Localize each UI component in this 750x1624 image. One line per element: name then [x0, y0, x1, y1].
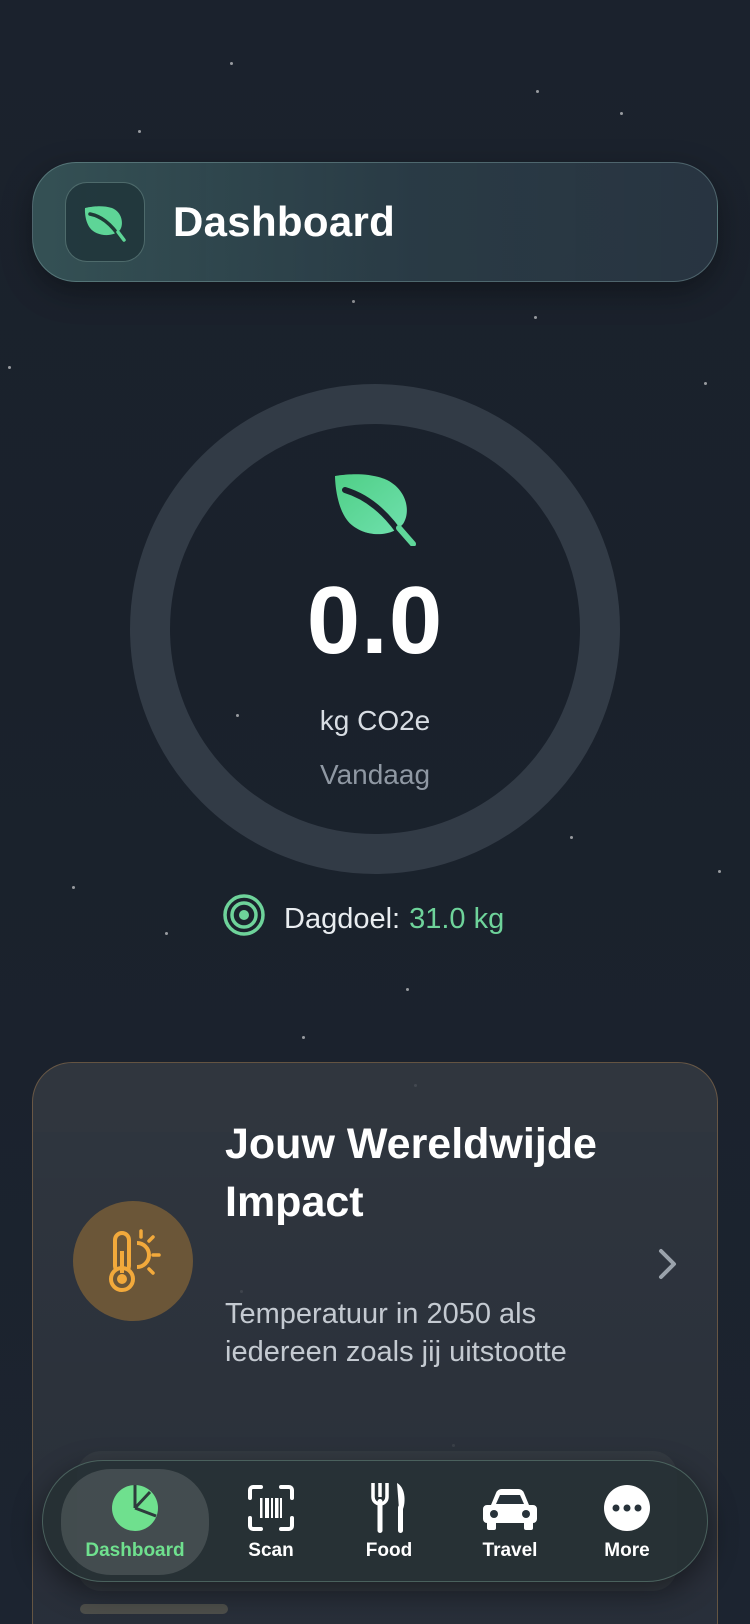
tab-more[interactable]: More — [577, 1461, 677, 1583]
car-icon — [481, 1482, 539, 1534]
bottom-tab-bar: Dashboard Scan Food Travel More — [42, 1460, 708, 1582]
scroll-content-peek — [80, 1604, 228, 1614]
leaf-icon — [331, 472, 419, 551]
thermometer-sun-icon — [73, 1201, 193, 1321]
tab-scan-label: Scan — [248, 1540, 294, 1561]
page-title: Dashboard — [173, 198, 396, 245]
target-icon — [222, 893, 266, 945]
daily-goal: Dagdoel: 31.0 kg — [222, 893, 505, 945]
tab-dashboard[interactable]: Dashboard — [61, 1469, 209, 1575]
pie-chart-icon — [110, 1482, 160, 1534]
chevron-right-icon — [657, 1247, 679, 1286]
daily-goal-label: Dagdoel: — [284, 902, 401, 935]
emissions-value: 0.0 — [306, 567, 444, 674]
tab-scan[interactable]: Scan — [221, 1461, 321, 1583]
tab-travel[interactable]: Travel — [455, 1461, 565, 1583]
tab-travel-label: Travel — [482, 1540, 538, 1561]
tab-dashboard-label: Dashboard — [85, 1540, 185, 1561]
tab-food[interactable]: Food — [339, 1461, 439, 1583]
leaf-icon — [65, 182, 145, 262]
barcode-scan-icon — [247, 1482, 295, 1534]
fork-knife-icon — [369, 1482, 409, 1534]
tab-more-label: More — [604, 1540, 650, 1561]
dashboard-screen: Dashboard 0.0 kg CO2e Vandaag Dagdoel: 3… — [0, 0, 750, 1624]
more-dots-icon — [602, 1482, 652, 1534]
emissions-summary: 0.0 kg CO2e Vandaag — [170, 424, 580, 834]
emissions-unit: kg CO2e — [319, 705, 431, 736]
emissions-period: Vandaag — [319, 759, 431, 790]
impact-description: Temperatuur in 2050 als iedereen zoals j… — [225, 1298, 567, 1368]
impact-title: Jouw Wereldwijde Impact — [225, 1120, 597, 1226]
page-header: Dashboard — [32, 162, 718, 282]
tab-food-label: Food — [365, 1540, 413, 1561]
daily-goal-value: 31.0 kg — [409, 902, 505, 935]
